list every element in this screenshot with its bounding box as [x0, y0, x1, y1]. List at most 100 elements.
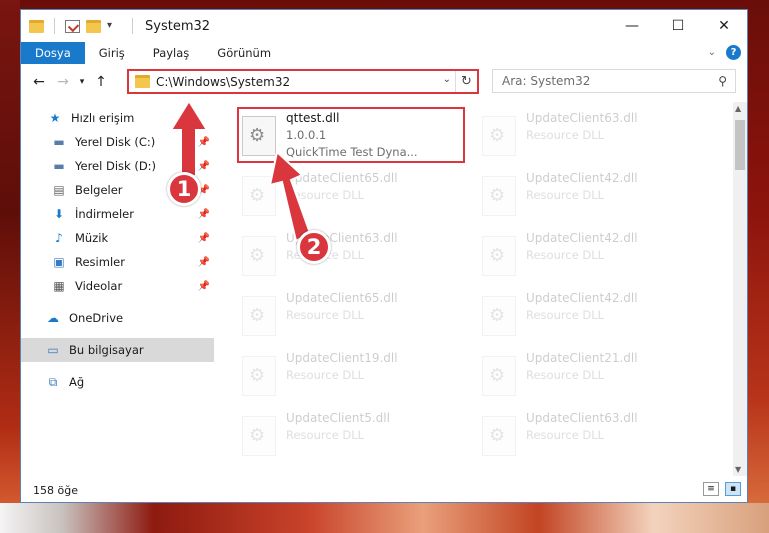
- pin-icon: 📌: [197, 256, 210, 268]
- help-icon[interactable]: ?: [726, 45, 741, 60]
- sidebar-item-this-pc[interactable]: ▭ Bu bilgisayar: [21, 338, 214, 362]
- scroll-down-icon[interactable]: ▼: [735, 465, 741, 474]
- file-description: Resource DLL: [286, 188, 365, 202]
- tab-view[interactable]: Görünüm: [203, 46, 285, 60]
- file-item[interactable]: UpdateClient65.dll Resource DLL: [238, 170, 464, 226]
- dll-file-icon: [482, 356, 516, 396]
- close-button[interactable]: ✕: [701, 10, 747, 42]
- file-name: UpdateClient65.dll: [286, 171, 398, 185]
- file-description: Resource DLL: [526, 248, 605, 262]
- tab-file[interactable]: Dosya: [21, 42, 85, 64]
- sidebar-item-music[interactable]: ♪ Müzik 📌: [21, 226, 214, 250]
- pin-icon: 📌: [197, 232, 210, 244]
- divider: [132, 18, 133, 34]
- file-description: Resource DLL: [526, 428, 605, 442]
- sidebar-item-quick-access[interactable]: ★ Hızlı erişim: [21, 106, 214, 130]
- file-description: Resource DLL: [526, 368, 605, 382]
- details-view-icon[interactable]: ≡: [703, 482, 719, 496]
- status-bar: 158 öğe ≡ ▪: [21, 478, 747, 502]
- navigation-bar: ← → ▾ ↑ C:\Windows\System32 ⌄ ↻ Ara: Sys…: [21, 66, 747, 98]
- sidebar-item-label: Müzik: [75, 231, 109, 245]
- address-path: C:\Windows\System32: [156, 74, 291, 89]
- minimize-button[interactable]: —: [609, 10, 655, 42]
- sidebar-item-label: OneDrive: [69, 311, 124, 325]
- dll-file-icon: [242, 296, 276, 336]
- sidebar-item-label: Ağ: [69, 375, 85, 389]
- pin-icon: 📌: [197, 208, 210, 220]
- file-description: Resource DLL: [526, 128, 605, 142]
- window-title: System32: [145, 18, 211, 34]
- pin-icon: 📌: [197, 160, 210, 172]
- address-dropdown-icon[interactable]: ⌄: [443, 74, 451, 85]
- dll-file-icon: [482, 416, 516, 456]
- search-icon: ⚲: [718, 74, 727, 88]
- file-item[interactable]: UpdateClient65.dll Resource DLL: [238, 290, 464, 346]
- scroll-up-icon[interactable]: ▲: [735, 104, 741, 113]
- sidebar-item-pictures[interactable]: ▣ Resimler 📌: [21, 250, 214, 274]
- scroll-thumb[interactable]: [735, 120, 745, 170]
- search-input[interactable]: Ara: System32 ⚲: [492, 69, 736, 93]
- refresh-icon[interactable]: ↻: [455, 71, 477, 92]
- sidebar-item-videos[interactable]: ▦ Videolar 📌: [21, 274, 214, 298]
- dll-file-icon: [482, 176, 516, 216]
- file-item[interactable]: UpdateClient42.dll Resource DLL: [478, 290, 704, 346]
- file-item[interactable]: UpdateClient5.dll Resource DLL: [238, 410, 464, 466]
- maximize-button[interactable]: ☐: [655, 10, 701, 42]
- forward-icon[interactable]: →: [51, 74, 75, 90]
- sidebar-item-onedrive[interactable]: ☁ OneDrive: [21, 306, 214, 330]
- sidebar-item-network[interactable]: ⧉ Ağ: [21, 370, 214, 394]
- back-icon[interactable]: ←: [27, 74, 51, 90]
- ribbon: Dosya Giriş Paylaş Görünüm ⌄ ?: [21, 42, 747, 64]
- file-name: UpdateClient42.dll: [526, 231, 638, 245]
- dll-file-icon: [482, 116, 516, 156]
- file-description: Resource DLL: [526, 308, 605, 322]
- item-count: 158 öğe: [33, 483, 78, 497]
- sidebar-item-label: Yerel Disk (D:): [75, 159, 157, 173]
- file-item[interactable]: UpdateClient42.dll Resource DLL: [478, 170, 704, 226]
- sidebar-item-label: Hızlı erişim: [71, 111, 135, 125]
- file-name: UpdateClient65.dll: [286, 291, 398, 305]
- tab-home[interactable]: Giriş: [85, 46, 139, 60]
- music-icon: ♪: [55, 231, 63, 245]
- drive-icon: ▬: [53, 159, 65, 173]
- recent-locations-icon[interactable]: ▾: [75, 77, 89, 87]
- video-icon: ▦: [53, 279, 65, 293]
- dll-file-icon: [242, 356, 276, 396]
- file-item[interactable]: UpdateClient63.dllResource DLL: [238, 230, 464, 286]
- sidebar-item-label: Belgeler: [75, 183, 123, 197]
- file-item[interactable]: UpdateClient42.dll Resource DLL: [478, 230, 704, 286]
- annotation-badge-1: 1: [167, 172, 201, 206]
- explorer-window: ▾ System32 — ☐ ✕ Dosya Giriş Paylaş Görü…: [20, 9, 748, 503]
- star-icon: ★: [49, 111, 61, 125]
- new-folder-icon[interactable]: [86, 19, 101, 33]
- file-item[interactable]: UpdateClient63.dllResource DLL: [478, 110, 704, 166]
- folder-icon: [29, 19, 44, 33]
- pin-icon: 📌: [197, 280, 210, 292]
- file-name: UpdateClient42.dll: [526, 291, 638, 305]
- pictures-icon: ▣: [53, 255, 65, 269]
- file-name: UpdateClient42.dll: [526, 171, 638, 185]
- search-placeholder: Ara: System32: [502, 74, 591, 88]
- folder-icon: [135, 75, 150, 88]
- customize-toolbar-icon[interactable]: ▾: [107, 20, 122, 33]
- annotation-badge-2: 2: [297, 230, 331, 264]
- navigation-pane: ★ Hızlı erişim ▬ Yerel Disk (C:) 📌 ▬ Yer…: [21, 102, 214, 476]
- tab-share[interactable]: Paylaş: [139, 46, 204, 60]
- dll-file-icon: [242, 416, 276, 456]
- document-icon: ▤: [53, 183, 65, 197]
- file-name: UpdateClient63.dll: [526, 411, 638, 425]
- download-icon: ⬇: [53, 207, 65, 221]
- large-icons-view-icon[interactable]: ▪: [725, 482, 741, 496]
- file-item[interactable]: UpdateClient19.dll Resource DLL: [238, 350, 464, 406]
- address-bar[interactable]: C:\Windows\System32 ⌄ ↻: [127, 69, 479, 94]
- file-description: Resource DLL: [286, 368, 365, 382]
- file-item[interactable]: UpdateClient63.dll Resource DLL: [478, 410, 704, 466]
- vertical-scrollbar[interactable]: ▲ ▼: [733, 102, 747, 476]
- dll-file-icon: [482, 296, 516, 336]
- expand-ribbon-icon[interactable]: ⌄: [708, 47, 716, 58]
- sidebar-item-local-disk-c[interactable]: ▬ Yerel Disk (C:) 📌: [21, 130, 214, 154]
- up-icon[interactable]: ↑: [89, 74, 113, 90]
- file-description: Resource DLL: [286, 308, 365, 322]
- file-item[interactable]: UpdateClient21.dll Resource DLL: [478, 350, 704, 406]
- properties-icon[interactable]: [65, 19, 80, 33]
